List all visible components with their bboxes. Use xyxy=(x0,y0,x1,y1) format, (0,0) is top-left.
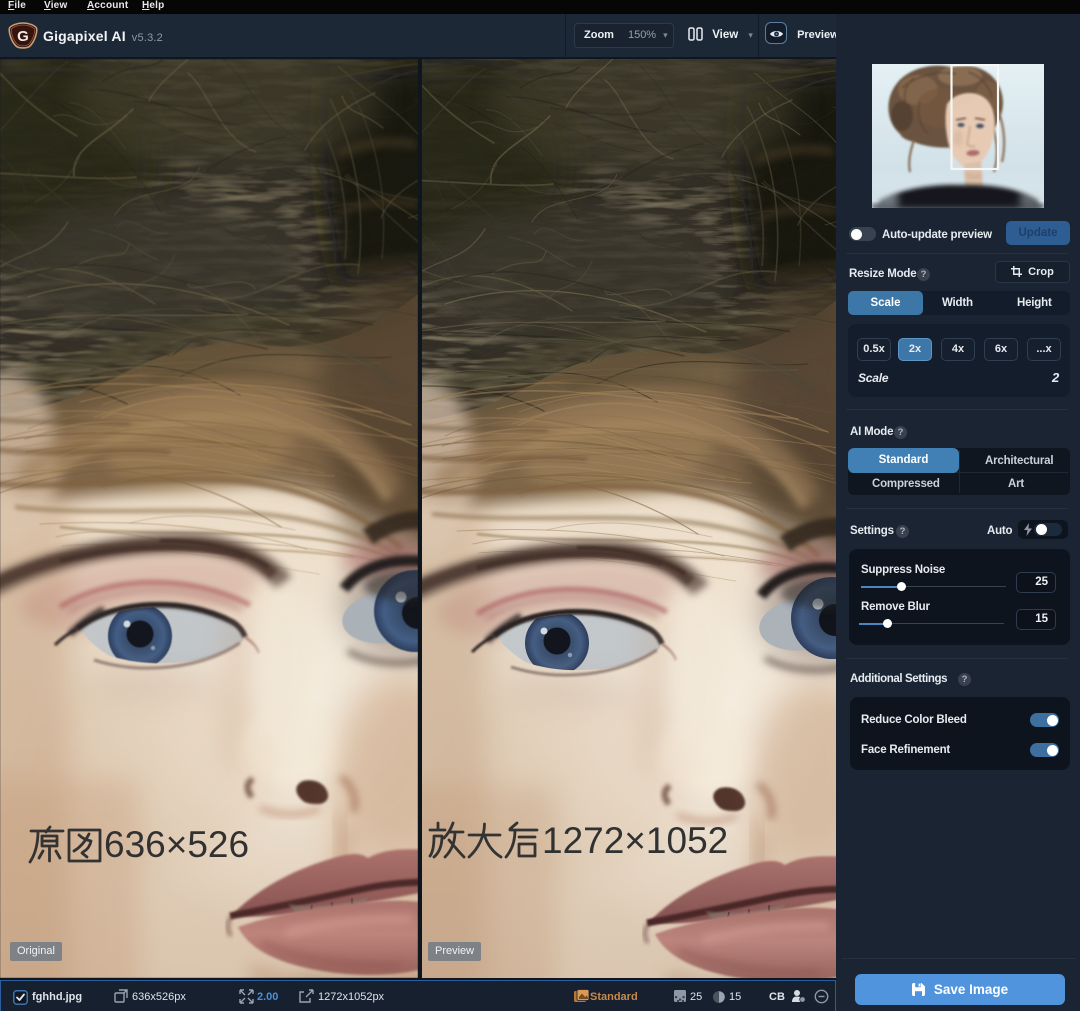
svg-text:G: G xyxy=(17,28,29,45)
